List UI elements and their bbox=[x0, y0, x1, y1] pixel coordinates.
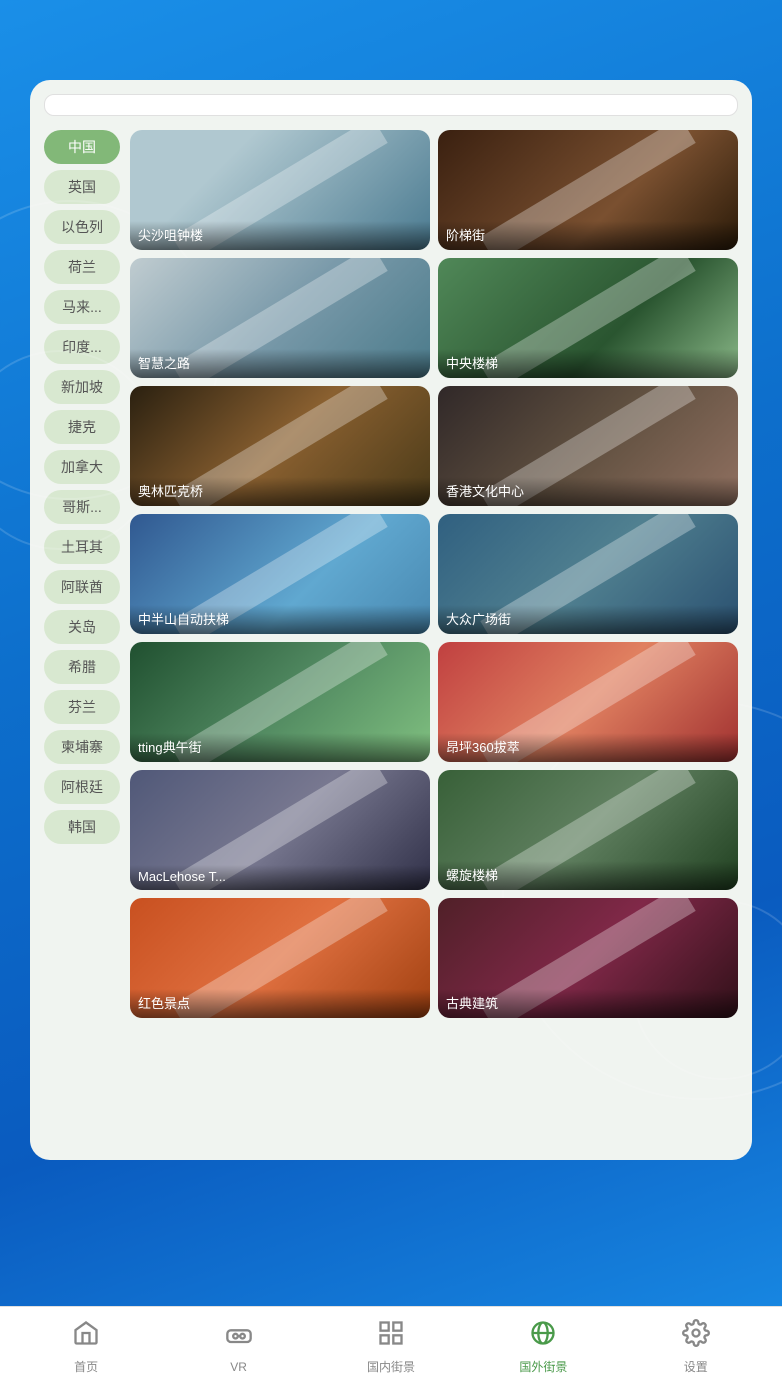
nav-item-vr[interactable]: VR bbox=[209, 1321, 269, 1374]
search-bar[interactable] bbox=[44, 94, 738, 116]
country-item-cambodia[interactable]: 柬埔寨 bbox=[44, 730, 120, 764]
spot-card-4[interactable]: 中央楼梯 bbox=[438, 258, 738, 378]
country-item-uk[interactable]: 英国 bbox=[44, 170, 120, 204]
nav-item-domestic[interactable]: 国内街景 bbox=[361, 1319, 421, 1375]
country-item-czech[interactable]: 捷克 bbox=[44, 410, 120, 444]
country-item-china[interactable]: 中国 bbox=[44, 130, 120, 164]
home-icon bbox=[72, 1319, 100, 1354]
spot-card-5[interactable]: 奥林匹克桥 bbox=[130, 386, 430, 506]
nav-label-vr: VR bbox=[230, 1360, 247, 1374]
spot-card-12[interactable]: 螺旋楼梯 bbox=[438, 770, 738, 890]
country-item-israel[interactable]: 以色列 bbox=[44, 210, 120, 244]
spot-card-13[interactable]: 红色景点 bbox=[130, 898, 430, 1018]
spot-label-12: 螺旋楼梯 bbox=[438, 861, 738, 890]
country-item-argentina[interactable]: 阿根廷 bbox=[44, 770, 120, 804]
spot-card-7[interactable]: 中半山自动扶梯 bbox=[130, 514, 430, 634]
spot-label-9: tting典午街 bbox=[130, 733, 430, 762]
country-list: 中国英国以色列荷兰马来... 印度... 新加坡捷克加拿大哥斯... 土耳其阿联酋关岛… bbox=[44, 130, 120, 1018]
country-item-india[interactable]: 印度... bbox=[44, 330, 120, 364]
globe-icon bbox=[529, 1319, 557, 1354]
country-item-greece[interactable]: 希腊 bbox=[44, 650, 120, 684]
spot-label-3: 智慧之路 bbox=[130, 349, 430, 378]
country-item-canada[interactable]: 加拿大 bbox=[44, 450, 120, 484]
spot-card-11[interactable]: MacLehose T... bbox=[130, 770, 430, 890]
header bbox=[0, 0, 782, 80]
spot-label-6: 香港文化中心 bbox=[438, 477, 738, 506]
country-item-turkey[interactable]: 土耳其 bbox=[44, 530, 120, 564]
vr-icon bbox=[225, 1321, 253, 1356]
spot-label-2: 阶梯街 bbox=[438, 221, 738, 250]
spot-card-14[interactable]: 古典建筑 bbox=[438, 898, 738, 1018]
country-item-singapore[interactable]: 新加坡 bbox=[44, 370, 120, 404]
spot-card-8[interactable]: 大众广场街 bbox=[438, 514, 738, 634]
nav-label-home: 首页 bbox=[74, 1358, 98, 1375]
nav-item-settings[interactable]: 设置 bbox=[666, 1319, 726, 1375]
nav-label-foreign: 国外街景 bbox=[519, 1358, 567, 1375]
country-item-malaysia[interactable]: 马来... bbox=[44, 290, 120, 324]
country-item-uae[interactable]: 阿联酋 bbox=[44, 570, 120, 604]
spot-label-8: 大众广场街 bbox=[438, 605, 738, 634]
spot-card-1[interactable]: 尖沙咀钟楼 bbox=[130, 130, 430, 250]
spot-label-7: 中半山自动扶梯 bbox=[130, 605, 430, 634]
nav-item-foreign[interactable]: 国外街景 bbox=[513, 1319, 573, 1375]
country-item-costarica[interactable]: 哥斯... bbox=[44, 490, 120, 524]
country-item-netherlands[interactable]: 荷兰 bbox=[44, 250, 120, 284]
grid-icon bbox=[377, 1319, 405, 1354]
bottom-nav: 首页 VR 国内街景 国外街景 设置 bbox=[0, 1306, 782, 1395]
spots-grid: 尖沙咀钟楼 阶梯街 智慧之路 中央楼梯 奥林匹克桥 香港文化中心 中半山自动扶梯… bbox=[130, 130, 738, 1018]
country-item-korea[interactable]: 韩国 bbox=[44, 810, 120, 844]
spot-label-5: 奥林匹克桥 bbox=[130, 477, 430, 506]
spot-label-10: 昂坪360拔萃 bbox=[438, 733, 738, 762]
spot-label-13: 红色景点 bbox=[130, 989, 430, 1018]
spot-card-6[interactable]: 香港文化中心 bbox=[438, 386, 738, 506]
country-item-guam[interactable]: 关岛 bbox=[44, 610, 120, 644]
nav-item-home[interactable]: 首页 bbox=[56, 1319, 116, 1375]
spot-label-4: 中央楼梯 bbox=[438, 349, 738, 378]
nav-label-settings: 设置 bbox=[684, 1358, 708, 1375]
spot-label-11: MacLehose T... bbox=[130, 865, 430, 890]
spot-label-1: 尖沙咀钟楼 bbox=[130, 221, 430, 250]
spot-card-9[interactable]: tting典午街 bbox=[130, 642, 430, 762]
spot-card-3[interactable]: 智慧之路 bbox=[130, 258, 430, 378]
nav-label-domestic: 国内街景 bbox=[367, 1358, 415, 1375]
gear-icon bbox=[682, 1319, 710, 1354]
spot-label-14: 古典建筑 bbox=[438, 989, 738, 1018]
spot-card-2[interactable]: 阶梯街 bbox=[438, 130, 738, 250]
main-card: 中国英国以色列荷兰马来... 印度... 新加坡捷克加拿大哥斯... 土耳其阿联酋关岛… bbox=[30, 80, 752, 1160]
spot-card-10[interactable]: 昂坪360拔萃 bbox=[438, 642, 738, 762]
country-item-finland[interactable]: 芬兰 bbox=[44, 690, 120, 724]
